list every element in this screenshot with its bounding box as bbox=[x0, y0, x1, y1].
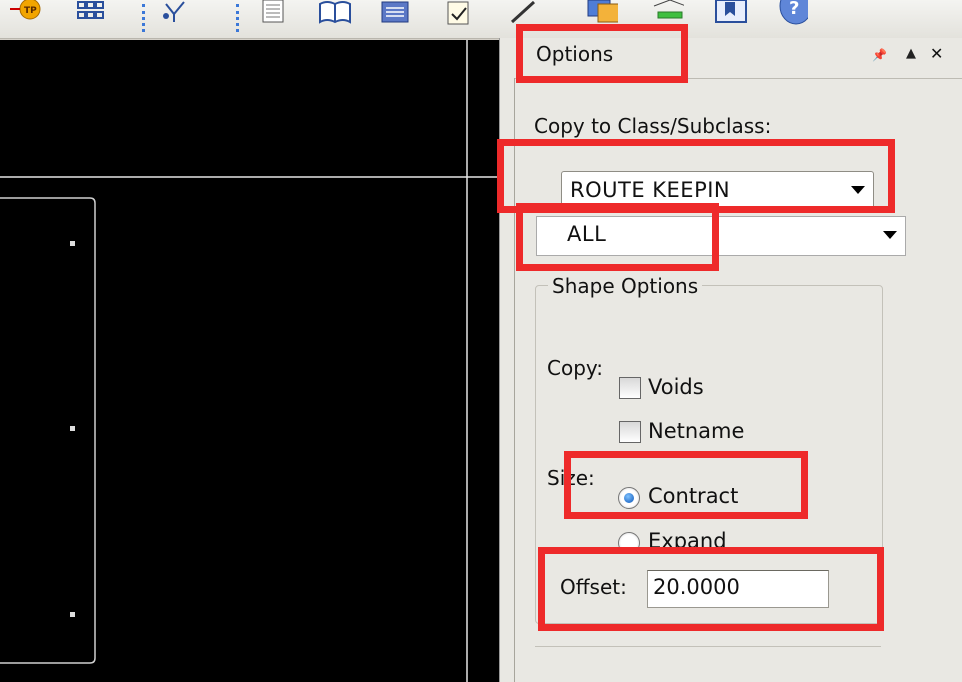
expand-label: Expand bbox=[648, 529, 727, 553]
options-panel: Options 📌 ▲ ✕ Copy to Class/Subclass: RO… bbox=[499, 38, 962, 682]
svg-text:?: ? bbox=[789, 0, 799, 19]
chevron-down-icon[interactable] bbox=[883, 231, 897, 239]
contract-radio[interactable] bbox=[618, 487, 640, 509]
shape-vertex[interactable] bbox=[70, 612, 75, 617]
class-select[interactable]: ROUTE KEEPIN bbox=[561, 171, 874, 211]
canvas-drawing bbox=[0, 40, 499, 682]
class-select-value: ROUTE KEEPIN bbox=[570, 178, 731, 202]
tp-icon[interactable]: TP bbox=[10, 0, 44, 30]
pin-icon[interactable]: 📌 bbox=[872, 48, 887, 62]
offset-input[interactable]: 20.0000 bbox=[647, 570, 829, 608]
chip-icon[interactable] bbox=[378, 0, 412, 30]
contract-label: Contract bbox=[648, 484, 739, 508]
netname-checkbox[interactable] bbox=[619, 421, 641, 443]
fork-icon[interactable] bbox=[160, 0, 194, 30]
toolbar-separator bbox=[236, 4, 242, 32]
grid-icon[interactable] bbox=[74, 0, 108, 30]
voids-checkbox[interactable] bbox=[619, 377, 641, 399]
toolbar-separator bbox=[142, 4, 148, 32]
size-label: Size: bbox=[547, 466, 595, 490]
bookmark-icon[interactable] bbox=[714, 0, 748, 30]
pen-icon[interactable] bbox=[506, 0, 540, 30]
voids-label: Voids bbox=[648, 375, 704, 399]
monitor-icon[interactable] bbox=[650, 0, 684, 30]
collapse-icon[interactable]: ▲ bbox=[906, 46, 916, 61]
checklist-icon[interactable] bbox=[442, 0, 476, 30]
copy-label: Copy: bbox=[547, 356, 604, 380]
panel-divider bbox=[535, 646, 881, 647]
expand-radio[interactable] bbox=[618, 532, 640, 554]
chevron-down-icon[interactable] bbox=[851, 186, 865, 194]
book-icon[interactable] bbox=[318, 0, 352, 30]
panel-title: Options bbox=[536, 42, 614, 66]
design-canvas[interactable] bbox=[0, 40, 499, 682]
subclass-select-value: ALL bbox=[567, 222, 607, 246]
toolbar: TP ? bbox=[0, 0, 962, 39]
offset-value: 20.0000 bbox=[653, 575, 740, 599]
svg-text:TP: TP bbox=[24, 6, 37, 16]
shape-vertex[interactable] bbox=[70, 241, 75, 246]
copy-icon[interactable] bbox=[584, 0, 618, 30]
copy-to-label: Copy to Class/Subclass: bbox=[534, 114, 772, 138]
subclass-select[interactable]: ALL bbox=[536, 216, 906, 256]
netname-label: Netname bbox=[648, 419, 745, 443]
help-icon[interactable]: ? bbox=[774, 0, 808, 30]
shape-options-label: Shape Options bbox=[548, 274, 703, 298]
shape-vertex[interactable] bbox=[70, 426, 75, 431]
close-icon[interactable]: ✕ bbox=[930, 44, 943, 63]
shape-outline[interactable] bbox=[0, 197, 96, 664]
document-icon[interactable] bbox=[256, 0, 290, 30]
offset-label: Offset: bbox=[560, 575, 627, 599]
